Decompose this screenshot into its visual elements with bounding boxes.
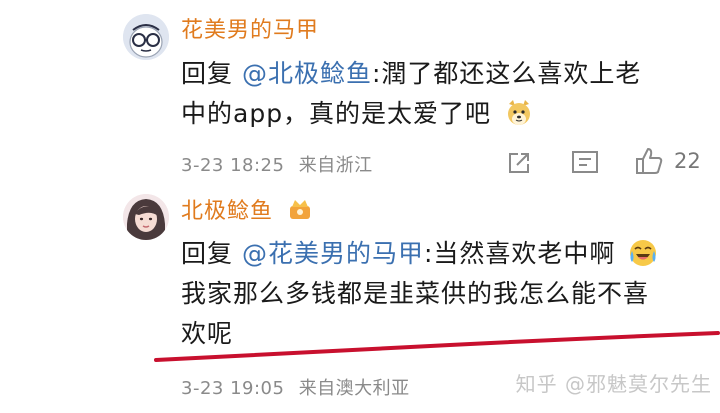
comment-thread: 花美男的马甲 回复 @北极鲶鱼:潤了都还这么喜欢上老 中的app，真的是太爱了吧 [0,0,720,413]
red-underline-annotation [154,331,720,362]
watermark: 知乎 @邪魅莫尔先生 [515,372,712,396]
